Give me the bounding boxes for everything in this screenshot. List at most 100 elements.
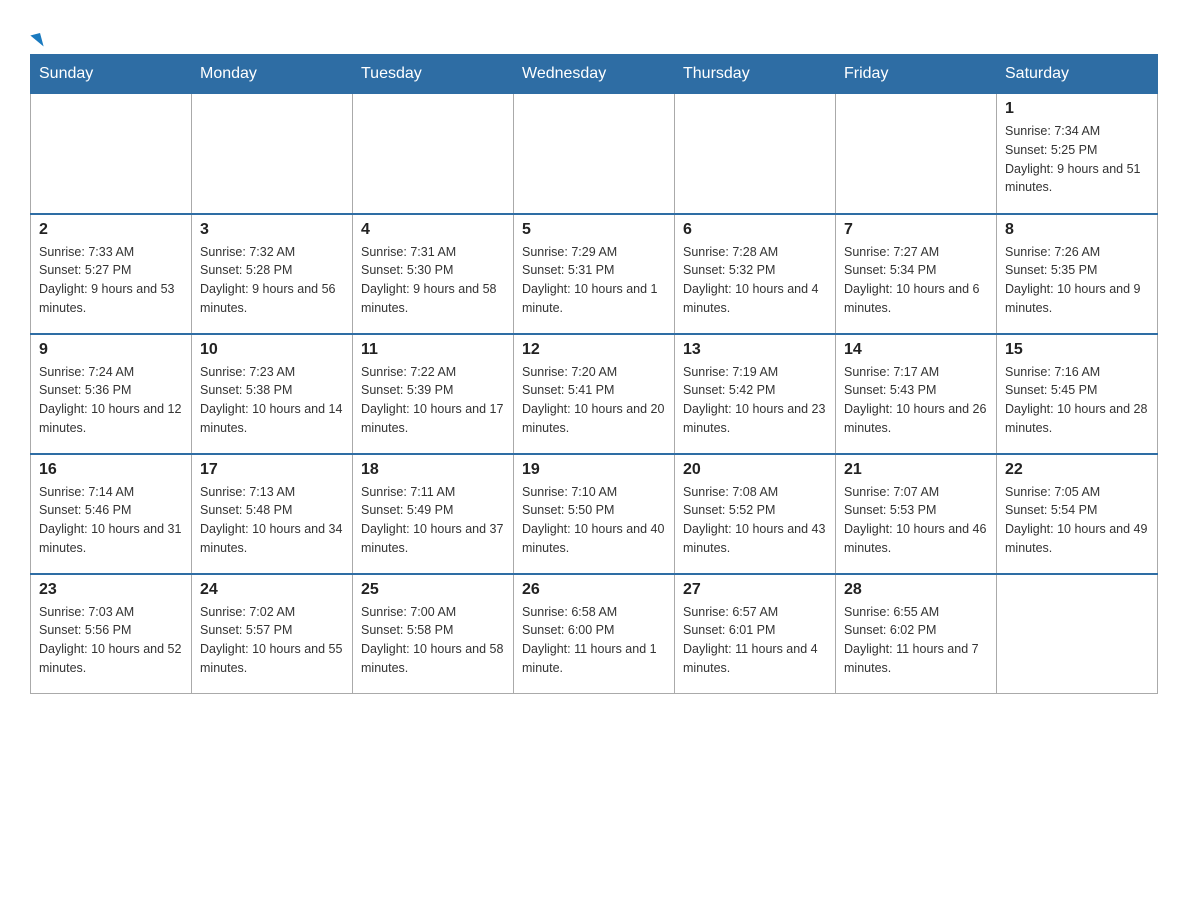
day-number: 14 bbox=[844, 341, 988, 359]
calendar-cell bbox=[997, 574, 1158, 694]
day-number: 3 bbox=[200, 221, 344, 239]
day-info: Sunrise: 7:03 AMSunset: 5:56 PMDaylight:… bbox=[39, 603, 183, 678]
day-info: Sunrise: 7:16 AMSunset: 5:45 PMDaylight:… bbox=[1005, 363, 1149, 438]
calendar-cell: 28 Sunrise: 6:55 AMSunset: 6:02 PMDayligh… bbox=[836, 574, 997, 694]
calendar-cell: 24 Sunrise: 7:02 AMSunset: 5:57 PMDayligh… bbox=[192, 574, 353, 694]
calendar-cell: 17 Sunrise: 7:13 AMSunset: 5:48 PMDayligh… bbox=[192, 454, 353, 574]
calendar-cell: 12 Sunrise: 7:20 AMSunset: 5:41 PMDayligh… bbox=[514, 334, 675, 454]
calendar-cell: 8 Sunrise: 7:26 AMSunset: 5:35 PMDaylight… bbox=[997, 214, 1158, 334]
calendar-cell: 23 Sunrise: 7:03 AMSunset: 5:56 PMDayligh… bbox=[31, 574, 192, 694]
page-header bbox=[30, 20, 1158, 44]
day-info: Sunrise: 7:33 AMSunset: 5:27 PMDaylight:… bbox=[39, 243, 183, 318]
day-info: Sunrise: 7:24 AMSunset: 5:36 PMDaylight:… bbox=[39, 363, 183, 438]
day-info: Sunrise: 6:55 AMSunset: 6:02 PMDaylight:… bbox=[844, 603, 988, 678]
calendar-cell bbox=[514, 94, 675, 214]
calendar-cell: 5 Sunrise: 7:29 AMSunset: 5:31 PMDaylight… bbox=[514, 214, 675, 334]
calendar-cell: 27Sunrise: 6:57 AMSunset: 6:01 PMDayligh… bbox=[675, 574, 836, 694]
calendar-cell: 15 Sunrise: 7:16 AMSunset: 5:45 PMDayligh… bbox=[997, 334, 1158, 454]
calendar-cell: 3Sunrise: 7:32 AMSunset: 5:28 PMDaylight… bbox=[192, 214, 353, 334]
day-number: 13 bbox=[683, 341, 827, 359]
calendar-cell bbox=[353, 94, 514, 214]
calendar-cell bbox=[192, 94, 353, 214]
logo-top bbox=[30, 20, 42, 52]
day-number: 4 bbox=[361, 221, 505, 239]
day-number: 18 bbox=[361, 461, 505, 479]
calendar-cell bbox=[836, 94, 997, 214]
day-number: 11 bbox=[361, 341, 505, 359]
day-info: Sunrise: 7:08 AMSunset: 5:52 PMDaylight:… bbox=[683, 483, 827, 558]
day-number: 8 bbox=[1005, 221, 1149, 239]
day-number: 22 bbox=[1005, 461, 1149, 479]
calendar-cell: 11 Sunrise: 7:22 AMSunset: 5:39 PMDayligh… bbox=[353, 334, 514, 454]
calendar-cell: 20 Sunrise: 7:08 AMSunset: 5:52 PMDayligh… bbox=[675, 454, 836, 574]
calendar-cell: 16 Sunrise: 7:14 AMSunset: 5:46 PMDayligh… bbox=[31, 454, 192, 574]
day-info: Sunrise: 7:22 AMSunset: 5:39 PMDaylight:… bbox=[361, 363, 505, 438]
day-info: Sunrise: 7:20 AMSunset: 5:41 PMDaylight:… bbox=[522, 363, 666, 438]
weekday-header-friday: Friday bbox=[836, 55, 997, 94]
calendar-week-1: 2 Sunrise: 7:33 AMSunset: 5:27 PMDaylight… bbox=[31, 214, 1158, 334]
day-number: 5 bbox=[522, 221, 666, 239]
calendar-cell: 14 Sunrise: 7:17 AMSunset: 5:43 PMDayligh… bbox=[836, 334, 997, 454]
day-number: 24 bbox=[200, 581, 344, 599]
calendar-cell: 13 Sunrise: 7:19 AMSunset: 5:42 PMDayligh… bbox=[675, 334, 836, 454]
day-number: 23 bbox=[39, 581, 183, 599]
day-info: Sunrise: 7:34 AMSunset: 5:25 PMDaylight:… bbox=[1005, 122, 1149, 197]
day-info: Sunrise: 7:02 AMSunset: 5:57 PMDaylight:… bbox=[200, 603, 344, 678]
logo bbox=[30, 20, 42, 44]
logo-arrow-icon bbox=[30, 33, 43, 49]
calendar-cell: 2 Sunrise: 7:33 AMSunset: 5:27 PMDaylight… bbox=[31, 214, 192, 334]
day-number: 25 bbox=[361, 581, 505, 599]
calendar-week-0: 1 Sunrise: 7:34 AMSunset: 5:25 PMDaylight… bbox=[31, 94, 1158, 214]
day-info: Sunrise: 6:58 AMSunset: 6:00 PMDaylight:… bbox=[522, 603, 666, 678]
day-info: Sunrise: 7:13 AMSunset: 5:48 PMDaylight:… bbox=[200, 483, 344, 558]
day-number: 16 bbox=[39, 461, 183, 479]
day-info: Sunrise: 7:31 AMSunset: 5:30 PMDaylight:… bbox=[361, 243, 505, 318]
weekday-header-tuesday: Tuesday bbox=[353, 55, 514, 94]
calendar-cell: 25 Sunrise: 7:00 AMSunset: 5:58 PMDayligh… bbox=[353, 574, 514, 694]
day-number: 2 bbox=[39, 221, 183, 239]
calendar-cell: 1 Sunrise: 7:34 AMSunset: 5:25 PMDaylight… bbox=[997, 94, 1158, 214]
day-info: Sunrise: 7:00 AMSunset: 5:58 PMDaylight:… bbox=[361, 603, 505, 678]
calendar-week-2: 9 Sunrise: 7:24 AMSunset: 5:36 PMDaylight… bbox=[31, 334, 1158, 454]
day-info: Sunrise: 7:29 AMSunset: 5:31 PMDaylight:… bbox=[522, 243, 666, 318]
calendar-cell: 22 Sunrise: 7:05 AMSunset: 5:54 PMDayligh… bbox=[997, 454, 1158, 574]
day-number: 9 bbox=[39, 341, 183, 359]
calendar-cell: 21 Sunrise: 7:07 AMSunset: 5:53 PMDayligh… bbox=[836, 454, 997, 574]
day-info: Sunrise: 7:07 AMSunset: 5:53 PMDaylight:… bbox=[844, 483, 988, 558]
weekday-header-sunday: Sunday bbox=[31, 55, 192, 94]
day-info: Sunrise: 7:23 AMSunset: 5:38 PMDaylight:… bbox=[200, 363, 344, 438]
weekday-header-thursday: Thursday bbox=[675, 55, 836, 94]
calendar-cell: 7 Sunrise: 7:27 AMSunset: 5:34 PMDaylight… bbox=[836, 214, 997, 334]
day-info: Sunrise: 7:11 AMSunset: 5:49 PMDaylight:… bbox=[361, 483, 505, 558]
weekday-header-wednesday: Wednesday bbox=[514, 55, 675, 94]
calendar-week-4: 23 Sunrise: 7:03 AMSunset: 5:56 PMDayligh… bbox=[31, 574, 1158, 694]
weekday-header-monday: Monday bbox=[192, 55, 353, 94]
day-number: 21 bbox=[844, 461, 988, 479]
day-number: 15 bbox=[1005, 341, 1149, 359]
calendar-cell bbox=[675, 94, 836, 214]
day-number: 10 bbox=[200, 341, 344, 359]
day-number: 20 bbox=[683, 461, 827, 479]
day-info: Sunrise: 7:05 AMSunset: 5:54 PMDaylight:… bbox=[1005, 483, 1149, 558]
calendar-cell: 4 Sunrise: 7:31 AMSunset: 5:30 PMDaylight… bbox=[353, 214, 514, 334]
day-number: 17 bbox=[200, 461, 344, 479]
day-info: Sunrise: 7:10 AMSunset: 5:50 PMDaylight:… bbox=[522, 483, 666, 558]
day-info: Sunrise: 7:17 AMSunset: 5:43 PMDaylight:… bbox=[844, 363, 988, 438]
day-number: 28 bbox=[844, 581, 988, 599]
calendar-cell: 19Sunrise: 7:10 AMSunset: 5:50 PMDayligh… bbox=[514, 454, 675, 574]
calendar-table: SundayMondayTuesdayWednesdayThursdayFrid… bbox=[30, 54, 1158, 694]
calendar-cell: 6 Sunrise: 7:28 AMSunset: 5:32 PMDaylight… bbox=[675, 214, 836, 334]
day-number: 7 bbox=[844, 221, 988, 239]
day-number: 1 bbox=[1005, 100, 1149, 118]
day-info: Sunrise: 7:27 AMSunset: 5:34 PMDaylight:… bbox=[844, 243, 988, 318]
day-info: Sunrise: 7:19 AMSunset: 5:42 PMDaylight:… bbox=[683, 363, 827, 438]
calendar-cell: 10 Sunrise: 7:23 AMSunset: 5:38 PMDayligh… bbox=[192, 334, 353, 454]
day-info: Sunrise: 7:14 AMSunset: 5:46 PMDaylight:… bbox=[39, 483, 183, 558]
day-number: 12 bbox=[522, 341, 666, 359]
day-info: Sunrise: 7:28 AMSunset: 5:32 PMDaylight:… bbox=[683, 243, 827, 318]
day-number: 26 bbox=[522, 581, 666, 599]
day-number: 6 bbox=[683, 221, 827, 239]
day-info: Sunrise: 7:26 AMSunset: 5:35 PMDaylight:… bbox=[1005, 243, 1149, 318]
calendar-cell bbox=[31, 94, 192, 214]
weekday-header-saturday: Saturday bbox=[997, 55, 1158, 94]
